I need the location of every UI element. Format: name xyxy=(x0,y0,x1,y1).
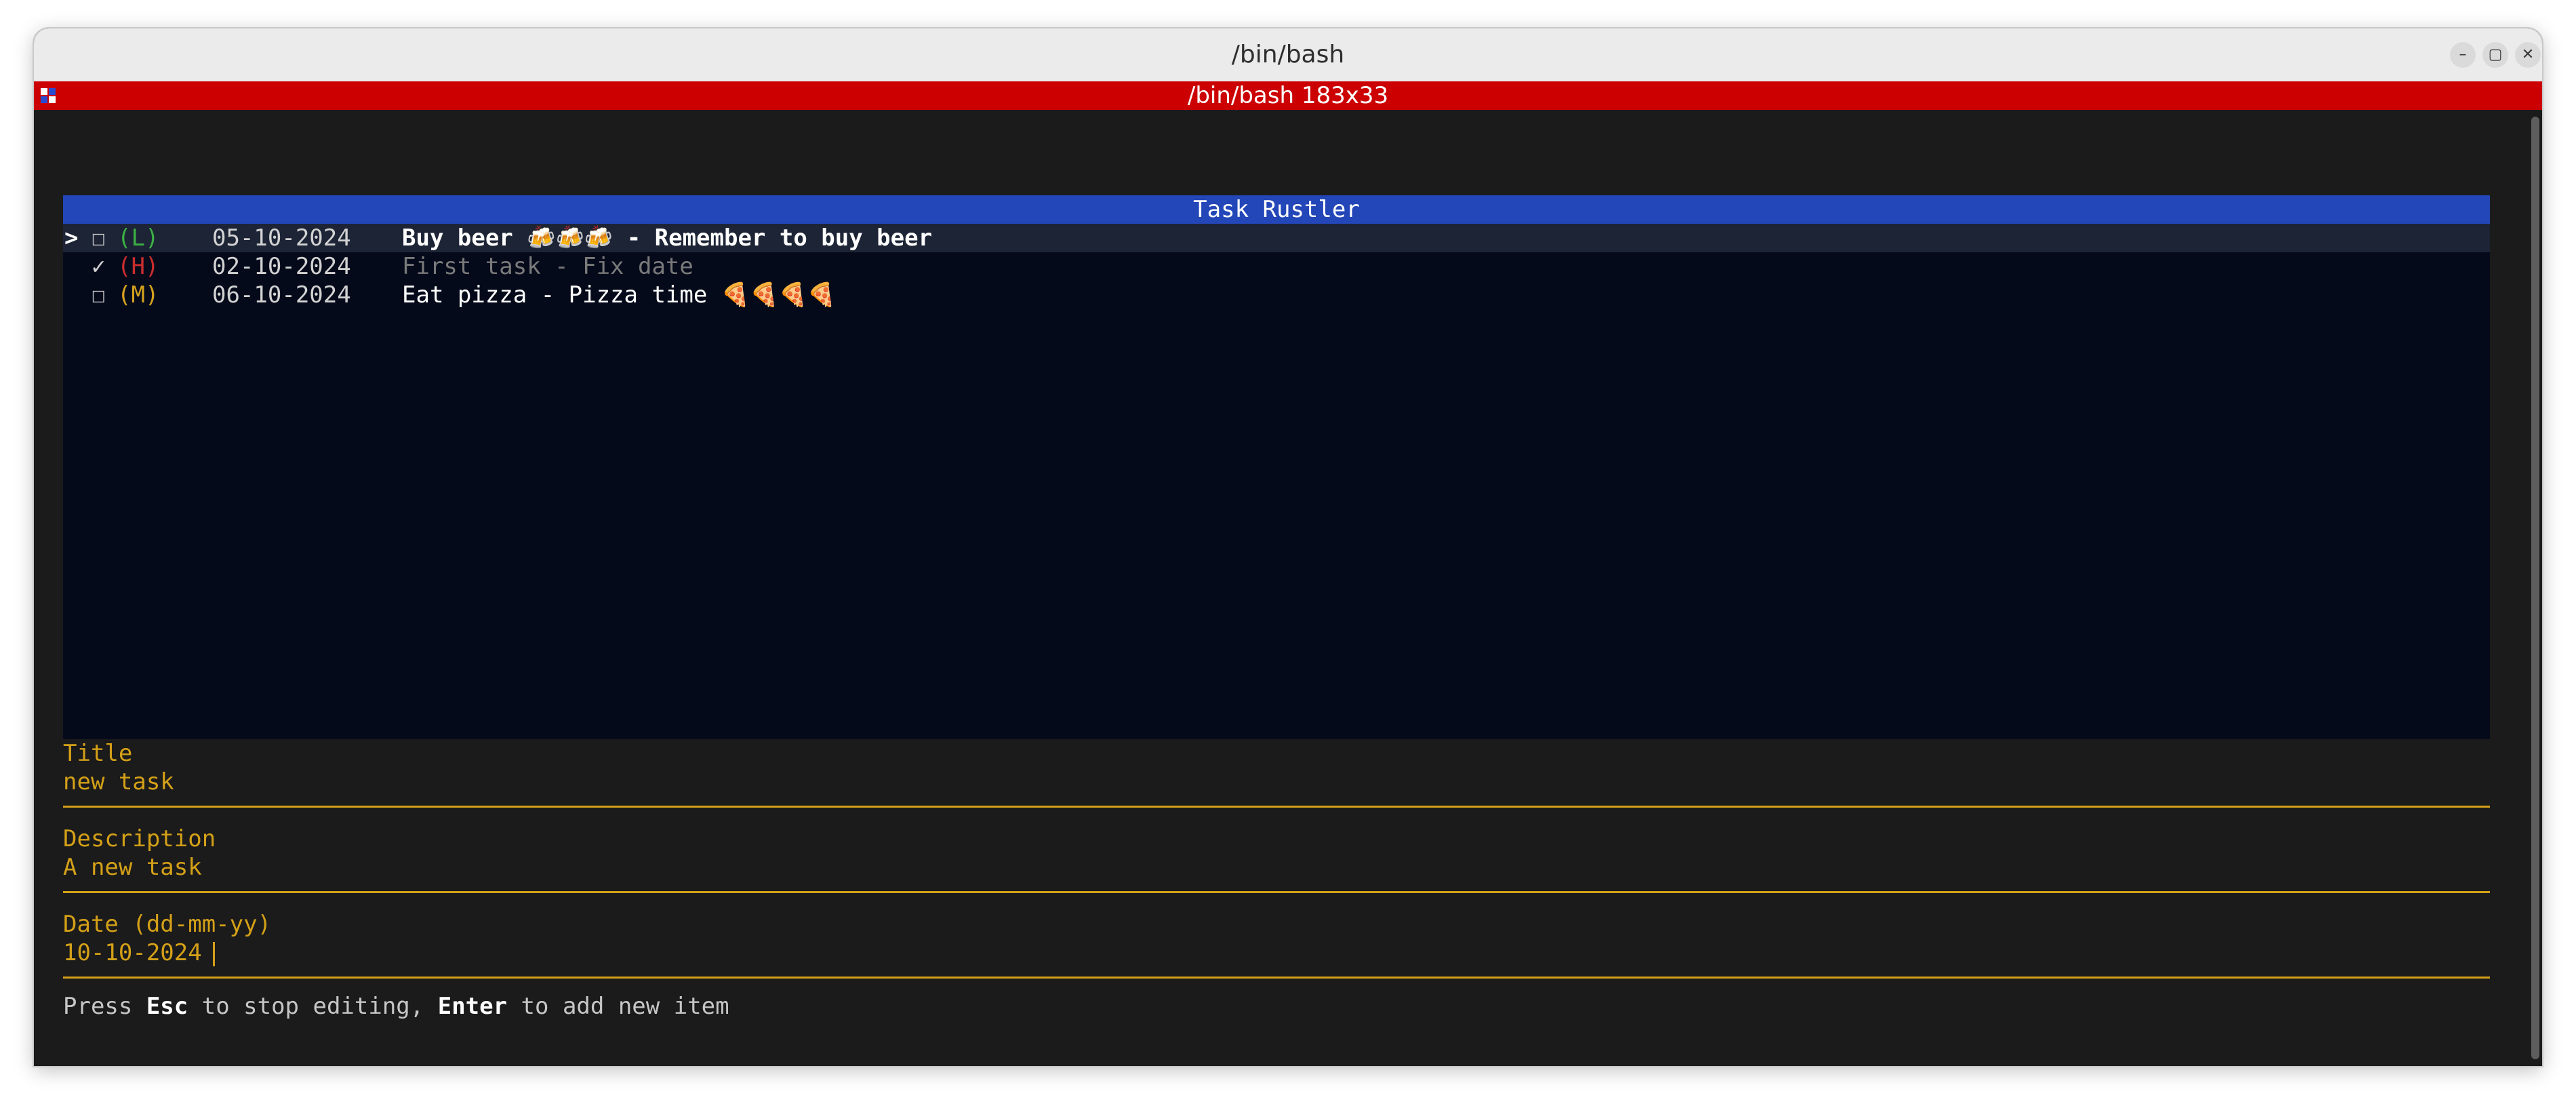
title-label: Title xyxy=(63,740,133,767)
divider xyxy=(63,806,2490,808)
esc-key: Esc xyxy=(146,993,188,1020)
checkmark-icon[interactable]: ✓ xyxy=(92,252,105,281)
task-row[interactable]: > ☐ (L) 05-10-2024 Buy beer 🍻🍻🍻 - Rememb… xyxy=(63,224,2490,252)
date-label: Date (dd-mm-yy) xyxy=(63,911,272,938)
terminal-window: /bin/bash – ▢ ✕ /bin/bash 183x33 Task Ru… xyxy=(34,28,2542,1066)
terminal-area[interactable]: Task Rustler > ☐ (L) 05-10-2024 Buy beer… xyxy=(34,110,2529,1066)
date-value-row: 10-10-2024 xyxy=(63,939,2490,967)
task-priority: (H) xyxy=(117,253,159,280)
date-field[interactable]: Date (dd-mm-yy) 10-10-2024 xyxy=(63,910,2490,967)
title-input[interactable]: new task xyxy=(63,768,2490,796)
minimize-button[interactable]: – xyxy=(2450,42,2476,68)
description-input[interactable]: A new task xyxy=(63,853,2490,882)
task-text: Eat pizza - Pizza time 🍕🍕🍕🍕 xyxy=(402,281,837,309)
task-date: 02-10-2024 xyxy=(212,253,351,280)
task-list-panel: Task Rustler > ☐ (L) 05-10-2024 Buy beer… xyxy=(63,195,2490,739)
text-cursor xyxy=(212,941,215,966)
scrollbar-thumb[interactable] xyxy=(2531,117,2539,1059)
divider xyxy=(63,891,2490,893)
date-input[interactable]: 10-10-2024 xyxy=(63,939,202,966)
task-row[interactable]: ✓ (H) 02-10-2024 First task - Fix date xyxy=(63,252,2490,281)
checkbox-icon[interactable]: ☐ xyxy=(92,224,105,252)
task-priority: (M) xyxy=(117,281,159,309)
task-row[interactable]: ☐ (M) 06-10-2024 Eat pizza - Pizza time … xyxy=(63,281,2490,309)
terminal-scrollbar[interactable] xyxy=(2529,110,2542,1066)
description-label: Description xyxy=(63,825,216,852)
checkbox-icon[interactable]: ☐ xyxy=(92,281,105,309)
close-button[interactable]: ✕ xyxy=(2515,42,2541,68)
help-esc-text: to stop editing, xyxy=(188,993,438,1020)
help-press: Press xyxy=(63,993,146,1020)
divider xyxy=(63,977,2490,979)
window-title: /bin/bash xyxy=(1231,41,1345,68)
task-text: Buy beer 🍻🍻🍻 - Remember to buy beer xyxy=(402,224,933,252)
task-text: First task - Fix date xyxy=(402,253,693,280)
task-date: 06-10-2024 xyxy=(212,281,351,309)
title-field[interactable]: Title new task xyxy=(63,739,2490,796)
window-titlebar[interactable]: /bin/bash – ▢ ✕ xyxy=(34,28,2542,82)
terminal-status-bar: /bin/bash 183x33 xyxy=(34,81,2542,110)
task-priority: (L) xyxy=(117,224,159,252)
help-enter-text: to add new item xyxy=(507,993,729,1020)
selection-cursor: > xyxy=(64,224,79,252)
enter-key: Enter xyxy=(437,993,508,1020)
terminal-size-title: /bin/bash 183x33 xyxy=(1187,82,1389,109)
description-field[interactable]: Description A new task xyxy=(63,825,2490,882)
task-date: 05-10-2024 xyxy=(212,224,351,252)
app-title: Task Rustler xyxy=(63,195,2490,224)
maximize-button[interactable]: ▢ xyxy=(2482,42,2508,68)
help-line: Press Esc to stop editing, Enter to add … xyxy=(63,993,729,1020)
